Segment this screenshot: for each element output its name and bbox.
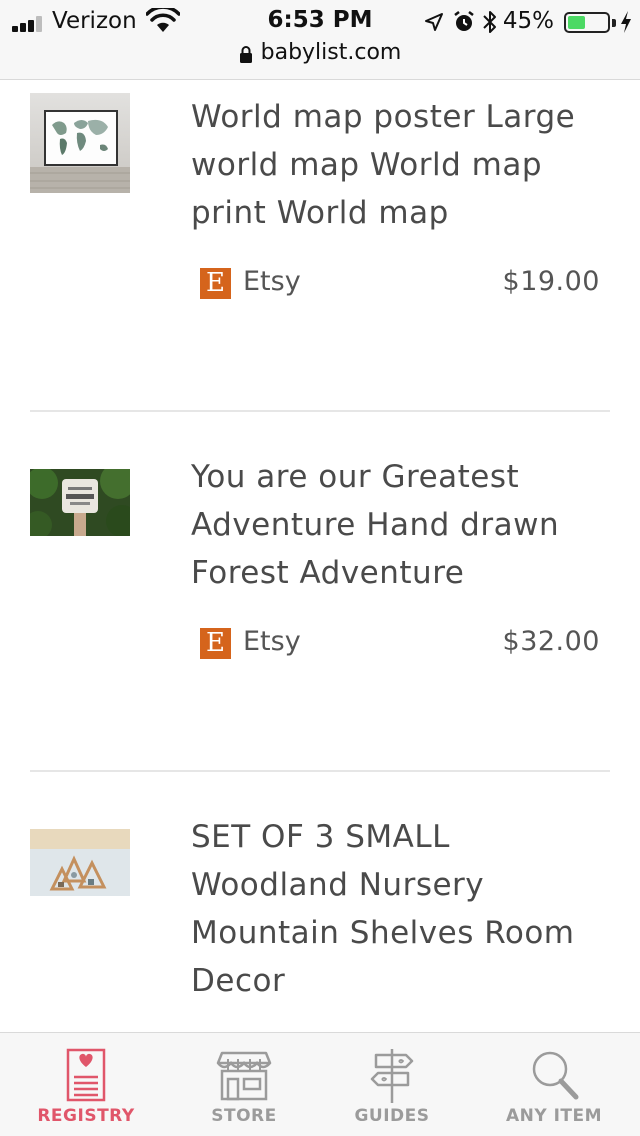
product-title[interactable]: SET OF 3 SMALL Woodland Nursery Mountain…: [191, 813, 601, 1005]
store-name: Etsy: [243, 266, 301, 297]
list-item[interactable]: You are our Greatest Adventure Hand draw…: [30, 440, 610, 770]
bottom-tab-bar: REGISTRY STORE GUIDES ANY ITEM: [0, 1032, 640, 1136]
product-price: $32.00: [502, 626, 600, 657]
registry-item-list[interactable]: World map poster Large world map World m…: [0, 80, 640, 1032]
signpost-icon: [370, 1049, 414, 1103]
tab-guides[interactable]: GUIDES: [312, 1033, 472, 1136]
etsy-logo-icon: E: [200, 628, 231, 659]
status-bar: Verizon 6:53 PM 45% babylist.com: [0, 0, 640, 80]
list-item[interactable]: World map poster Large world map World m…: [30, 80, 610, 410]
bluetooth-icon: [483, 11, 496, 33]
lock-icon: [239, 44, 253, 63]
list-item[interactable]: SET OF 3 SMALL Woodland Nursery Mountain…: [30, 800, 610, 1032]
charging-bolt-icon: [621, 11, 631, 33]
registry-icon: [66, 1048, 106, 1102]
tab-any-item[interactable]: ANY ITEM: [474, 1033, 634, 1136]
etsy-logo-icon: E: [200, 268, 231, 299]
tab-label: ANY ITEM: [505, 1106, 603, 1126]
store-name: Etsy: [243, 626, 301, 657]
battery-icon: [564, 12, 610, 33]
product-thumbnail[interactable]: [30, 93, 130, 193]
store-icon: [216, 1051, 272, 1101]
product-price: $19.00: [502, 266, 600, 297]
item-divider: [30, 770, 610, 772]
item-divider: [30, 410, 610, 412]
battery-cap: [612, 19, 616, 27]
store-row: E Etsy $19.00: [200, 266, 600, 300]
tab-label: STORE: [211, 1106, 277, 1126]
store-row: E Etsy $32.00: [200, 626, 600, 660]
product-thumbnail[interactable]: [30, 469, 130, 536]
product-thumbnail[interactable]: [30, 829, 130, 896]
search-icon: [532, 1051, 579, 1100]
tab-label: REGISTRY: [37, 1106, 135, 1126]
battery-percent: 45%: [502, 8, 554, 34]
address-bar-url[interactable]: babylist.com: [261, 40, 402, 65]
product-title[interactable]: You are our Greatest Adventure Hand draw…: [191, 453, 601, 597]
tab-label: GUIDES: [354, 1106, 430, 1126]
product-title[interactable]: World map poster Large world map World m…: [191, 93, 601, 237]
alarm-clock-icon: [454, 11, 474, 31]
tab-registry[interactable]: REGISTRY: [6, 1033, 166, 1136]
tab-store[interactable]: STORE: [164, 1033, 324, 1136]
location-arrow-icon: [425, 13, 443, 31]
